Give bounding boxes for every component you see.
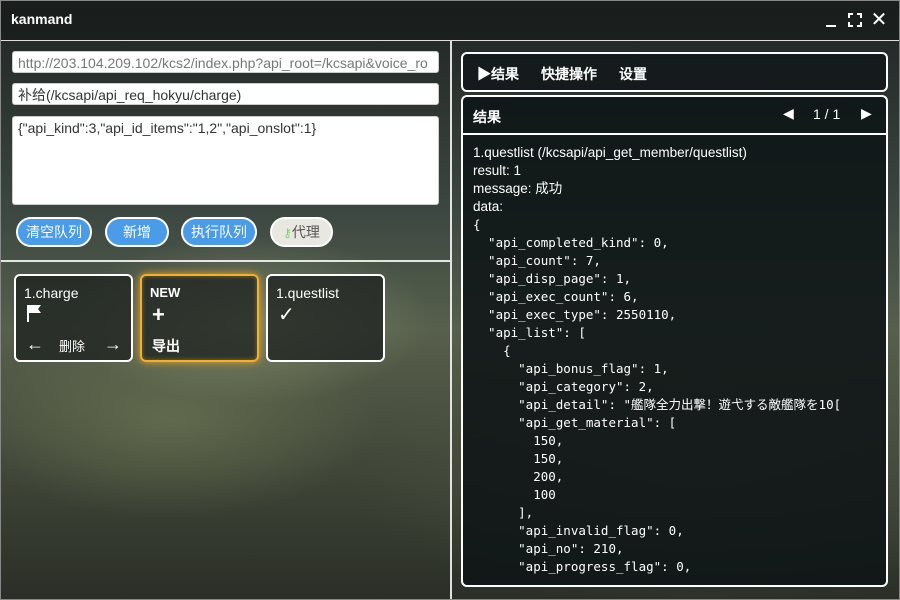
window-frame [0,0,900,600]
